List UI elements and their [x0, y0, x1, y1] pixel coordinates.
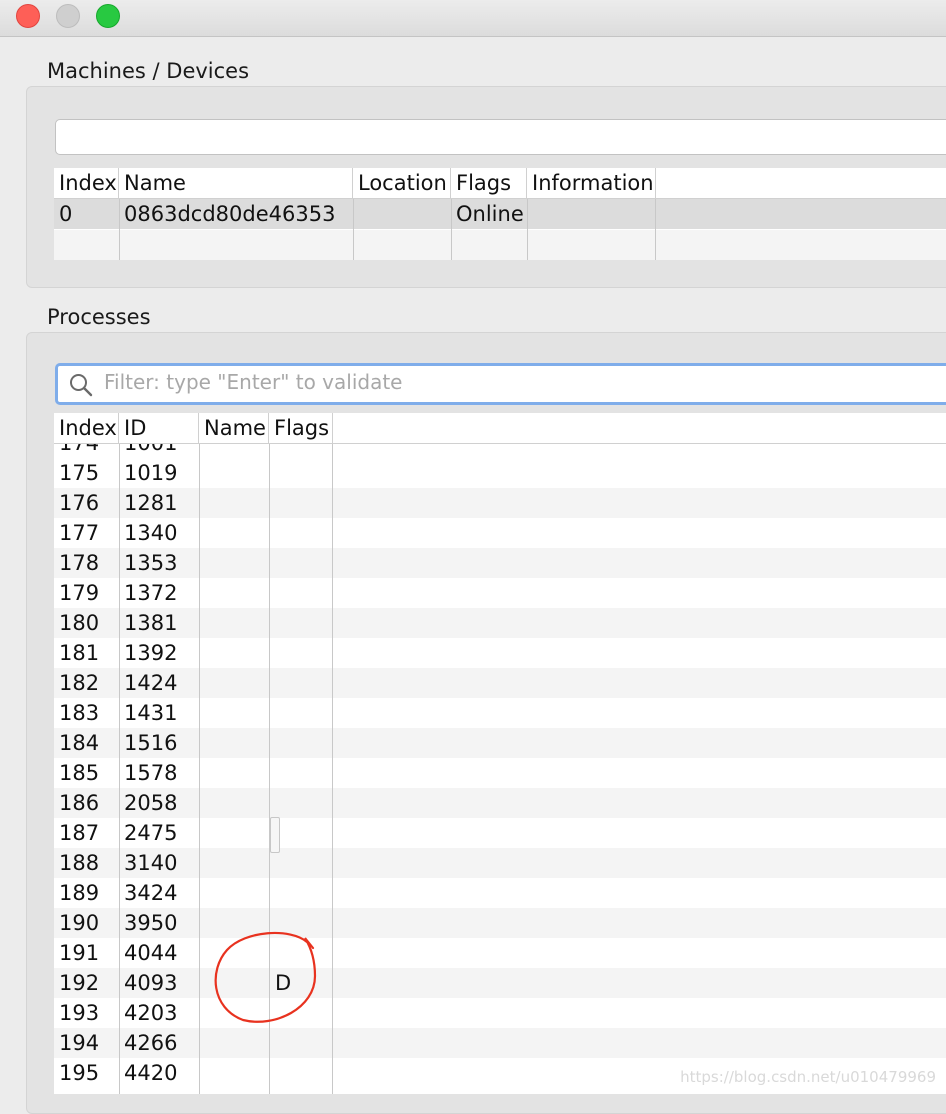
machines-section-title: Machines / Devices: [47, 59, 250, 83]
table-row[interactable]: 177 1340: [54, 518, 946, 548]
table-row[interactable]: 193 4203: [54, 998, 946, 1028]
col-header-id[interactable]: ID: [119, 413, 199, 443]
table-row[interactable]: 188 3140: [54, 848, 946, 878]
table-row[interactable]: 187 2475: [54, 818, 946, 848]
process-index: 190: [59, 911, 100, 935]
table-row[interactable]: 191 4044: [54, 938, 946, 968]
processes-table: Index ID Name Flags 174 1001 17510191761…: [54, 413, 946, 1094]
watermark: https://blog.csdn.net/u010479969: [680, 1068, 936, 1086]
col-header-flags[interactable]: Flags: [451, 168, 527, 198]
process-index: 191: [59, 941, 100, 965]
table-row[interactable]: 192 4093 D: [54, 968, 946, 998]
process-index: 177: [59, 521, 100, 545]
minimize-window-button[interactable]: [56, 4, 80, 28]
process-index: 195: [59, 1061, 100, 1085]
process-index: 186: [59, 791, 100, 815]
process-id: 2058: [124, 791, 178, 815]
machine-name: 0863dcd80de46353: [124, 202, 336, 226]
process-id: 4044: [124, 941, 178, 965]
process-id: 1516: [124, 731, 178, 755]
process-id: 4203: [124, 1001, 178, 1025]
search-icon: [70, 374, 93, 397]
process-id: 1424: [124, 671, 178, 695]
red-circle-annotation: [214, 931, 317, 1023]
machine-row[interactable]: 0 0863dcd80de46353 Online: [54, 199, 946, 229]
process-index: 179: [59, 581, 100, 605]
process-id: 1019: [124, 461, 178, 485]
machines-table: Index Name Location Flags Information 0 …: [54, 168, 946, 260]
table-row[interactable]: 184 1516: [54, 728, 946, 758]
process-id: 1372: [124, 581, 178, 605]
window-titlebar: [0, 0, 946, 37]
process-id: 1381: [124, 611, 178, 635]
process-id: 2475: [124, 821, 178, 845]
col-header-information[interactable]: Information: [527, 168, 656, 198]
process-id: 4420: [124, 1061, 178, 1085]
table-row[interactable]: 181 1392: [54, 638, 946, 668]
close-window-button[interactable]: [16, 4, 40, 28]
table-row[interactable]: 175 1019: [54, 458, 946, 488]
process-id: 3950: [124, 911, 178, 935]
process-id: 3424: [124, 881, 178, 905]
col-header-index[interactable]: Index: [54, 168, 119, 198]
machine-index: 0: [59, 202, 73, 226]
table-row[interactable]: 186 2058: [54, 788, 946, 818]
process-index: 185: [59, 761, 100, 785]
process-id: 4266: [124, 1031, 178, 1055]
col-header-name[interactable]: Name: [119, 168, 353, 198]
machines-filter-field[interactable]: [55, 119, 946, 155]
process-index: 183: [59, 701, 100, 725]
process-id: 1392: [124, 641, 178, 665]
table-row[interactable]: 182 1424: [54, 668, 946, 698]
process-index: 178: [59, 551, 100, 575]
col-header-flags[interactable]: Flags: [269, 413, 333, 443]
process-index: 192: [59, 971, 100, 995]
table-row[interactable]: 179 1372: [54, 578, 946, 608]
column-divider: [199, 413, 200, 1094]
process-index: 180: [59, 611, 100, 635]
table-row[interactable]: 183 1431: [54, 698, 946, 728]
process-index: 181: [59, 641, 100, 665]
table-row[interactable]: 194 4266: [54, 1028, 946, 1058]
process-index: 184: [59, 731, 100, 755]
process-index: 182: [59, 671, 100, 695]
table-row[interactable]: 180 1381: [54, 608, 946, 638]
machines-filter-input[interactable]: [66, 123, 910, 149]
processes-filter-field[interactable]: [55, 363, 946, 405]
process-index: 194: [59, 1031, 100, 1055]
processes-section-title: Processes: [47, 305, 151, 329]
machines-table-header: Index Name Location Flags Information: [54, 168, 946, 199]
process-id: 1281: [124, 491, 178, 515]
process-id: 1431: [124, 701, 178, 725]
process-index: 175: [59, 461, 100, 485]
table-row[interactable]: 176 1281: [54, 488, 946, 518]
col-header-index[interactable]: Index: [54, 413, 119, 443]
col-header-name[interactable]: Name: [199, 413, 269, 443]
column-divider: [332, 413, 333, 1094]
process-index: 187: [59, 821, 100, 845]
process-index: 189: [59, 881, 100, 905]
process-id: 1353: [124, 551, 178, 575]
process-index: 176: [59, 491, 100, 515]
machine-flags: Online: [456, 202, 524, 226]
process-index: 188: [59, 851, 100, 875]
process-id: 1340: [124, 521, 178, 545]
process-id: 3140: [124, 851, 178, 875]
table-row[interactable]: 189 3424: [54, 878, 946, 908]
column-divider: [119, 413, 120, 1094]
processes-table-header: Index ID Name Flags: [54, 413, 946, 444]
col-header-location[interactable]: Location: [353, 168, 451, 198]
maximize-window-button[interactable]: [96, 4, 120, 28]
process-index: 193: [59, 1001, 100, 1025]
table-row[interactable]: 190 3950: [54, 908, 946, 938]
table-row[interactable]: 178 1353: [54, 548, 946, 578]
column-scroll-thumb[interactable]: [270, 817, 280, 853]
process-id: 1578: [124, 761, 178, 785]
process-id: 4093: [124, 971, 178, 995]
empty-row: [54, 230, 946, 260]
processes-filter-input[interactable]: [102, 369, 946, 395]
table-row[interactable]: 185 1578: [54, 758, 946, 788]
